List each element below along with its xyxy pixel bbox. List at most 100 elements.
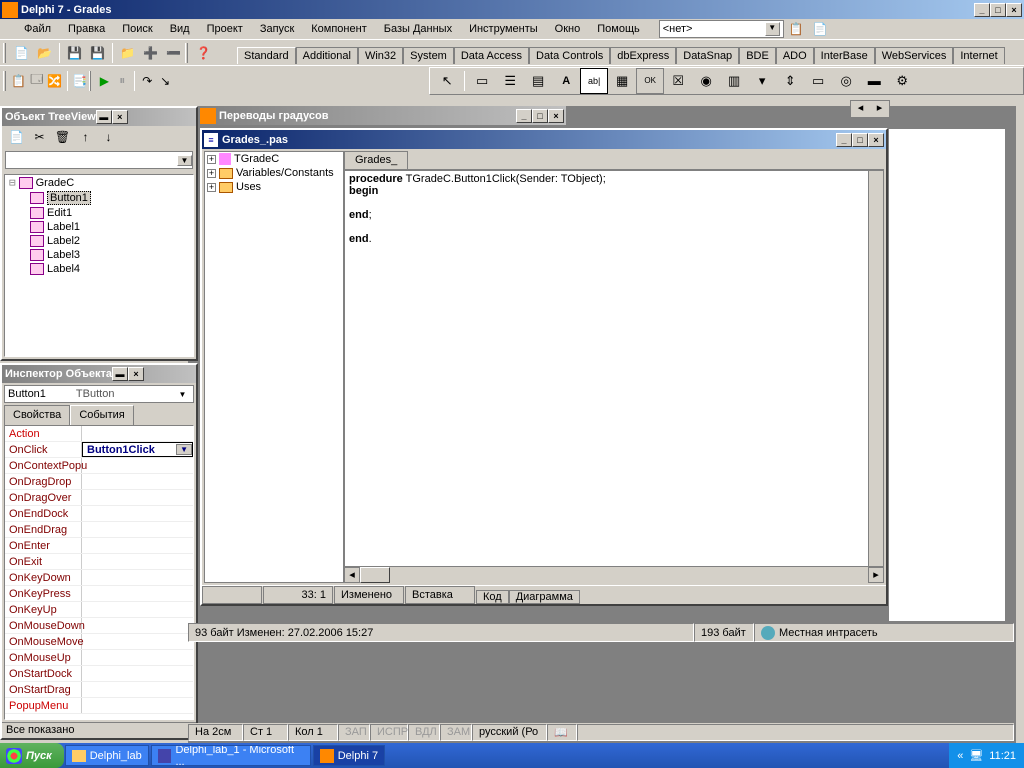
grip[interactable] — [3, 71, 6, 91]
groupbox-component[interactable]: ▭ — [804, 68, 832, 94]
taskbar-item[interactable]: Delphi_lab_1 - Microsoft ... — [151, 745, 311, 766]
event-value[interactable] — [82, 506, 193, 521]
event-row[interactable]: OnKeyDown — [5, 570, 193, 586]
edit-component[interactable]: ab| — [580, 68, 608, 94]
paltab-interbase[interactable]: InterBase — [814, 47, 875, 64]
new-form-button[interactable]: 📑 — [71, 70, 89, 92]
code-file-tab[interactable]: Grades_ — [344, 151, 408, 169]
event-value[interactable] — [82, 698, 193, 713]
event-row[interactable]: OnStartDock — [5, 666, 193, 682]
event-row[interactable]: OnEndDrag — [5, 522, 193, 538]
run-button[interactable]: ▶ — [95, 70, 113, 92]
menu-view[interactable]: Вид — [162, 21, 198, 37]
tree-node[interactable]: Label1 — [5, 220, 193, 234]
tree-body[interactable]: ⊟GradeC Button1 Edit1 Label1 Label2 Labe… — [4, 174, 194, 357]
tab-properties[interactable]: Свойства — [4, 405, 70, 425]
event-row[interactable]: OnKeyPress — [5, 586, 193, 602]
frames-component[interactable]: ▭ — [468, 68, 496, 94]
inspector-object-combo[interactable]: Button1 TButton ▼ — [4, 385, 194, 403]
tool-btn[interactable]: 📄 — [809, 18, 832, 40]
event-value[interactable] — [82, 682, 193, 697]
event-value[interactable] — [82, 458, 193, 473]
menu-help[interactable]: Помощь — [589, 21, 648, 37]
event-value[interactable] — [82, 666, 193, 681]
palette-scroll[interactable]: ◂▸ — [850, 100, 890, 118]
status-icon[interactable]: 📖 — [547, 724, 577, 741]
chevron-down-icon[interactable]: ▼ — [176, 444, 192, 455]
vertical-scrollbar[interactable] — [868, 170, 884, 567]
event-value[interactable] — [82, 554, 193, 569]
combobox-component[interactable]: ▾ — [748, 68, 776, 94]
view-form-button[interactable]: 🗔 — [28, 70, 46, 92]
checkbox-component[interactable]: ☒ — [664, 68, 692, 94]
open-button[interactable]: 📂 — [33, 42, 56, 64]
tree-btn[interactable]: 📄 — [5, 126, 28, 148]
code-tree-node[interactable]: +TGradeC — [205, 152, 343, 166]
event-value[interactable] — [82, 426, 193, 441]
inspector-grid[interactable]: ActionOnClickButton1Click▼OnContextPopuO… — [4, 425, 194, 720]
paltab-ado[interactable]: ADO — [776, 47, 814, 64]
config-combo[interactable]: <нет> ▼ — [659, 20, 784, 38]
event-value[interactable] — [82, 618, 193, 633]
taskbar-item[interactable]: Delphi_lab — [65, 745, 149, 766]
grip[interactable] — [89, 71, 92, 91]
paltab-internet[interactable]: Internet — [953, 47, 1004, 64]
chevron-down-icon[interactable]: ▼ — [177, 155, 192, 166]
tree-btn[interactable]: 🗑 — [51, 126, 74, 148]
remove-button[interactable]: ➖ — [162, 42, 185, 64]
scroll-left-icon[interactable]: ◂ — [344, 567, 360, 583]
toggle-button[interactable]: 🔀 — [46, 70, 64, 92]
close-button[interactable]: × — [548, 109, 564, 123]
tree-node[interactable]: Label2 — [5, 234, 193, 248]
treeview-title[interactable]: Объект TreeView ▬ × — [2, 108, 196, 126]
radiogroup-component[interactable]: ◎ — [832, 68, 860, 94]
event-value[interactable] — [82, 490, 193, 505]
maximize-button[interactable]: □ — [532, 109, 548, 123]
pause-button[interactable]: ⏸ — [113, 70, 131, 92]
button-component[interactable]: OK — [636, 68, 664, 94]
menu-component[interactable]: Компонент — [303, 21, 374, 37]
event-value[interactable] — [82, 474, 193, 489]
open-project-button[interactable]: 📁 — [116, 42, 139, 64]
event-row[interactable]: OnEndDock — [5, 506, 193, 522]
maximize-button[interactable]: □ — [852, 133, 868, 147]
radiobutton-component[interactable]: ◉ — [692, 68, 720, 94]
system-tray[interactable]: « 🖥 11:21 — [949, 743, 1024, 768]
tray-chevron-icon[interactable]: « — [957, 750, 963, 762]
saveall-button[interactable]: 💾 — [86, 42, 109, 64]
help-button[interactable]: ❓ — [192, 42, 215, 64]
event-value[interactable] — [82, 634, 193, 649]
panel-pin-button[interactable]: ▬ — [112, 367, 128, 381]
event-row[interactable]: OnContextPopu — [5, 458, 193, 474]
paltab-datacontrols[interactable]: Data Controls — [529, 47, 610, 64]
menu-edit[interactable]: Правка — [60, 21, 113, 37]
event-row[interactable]: OnDragDrop — [5, 474, 193, 490]
menu-tools[interactable]: Инструменты — [461, 21, 546, 37]
menu-file[interactable]: Файл — [16, 21, 59, 37]
memo-component[interactable]: ▦ — [608, 68, 636, 94]
tree-node[interactable]: Label3 — [5, 248, 193, 262]
scrollbar-component[interactable]: ⇕ — [776, 68, 804, 94]
chevron-down-icon[interactable]: ▼ — [175, 390, 190, 399]
maximize-button[interactable]: □ — [990, 3, 1006, 17]
menu-run[interactable]: Запуск — [252, 21, 302, 37]
panel-close-button[interactable]: × — [128, 367, 144, 381]
minimize-button[interactable]: _ — [516, 109, 532, 123]
panel-component[interactable]: ▬ — [860, 68, 888, 94]
tree-btn[interactable]: ↑ — [74, 126, 97, 148]
close-button[interactable]: × — [1006, 3, 1022, 17]
event-row[interactable]: OnExit — [5, 554, 193, 570]
code-explorer[interactable]: +TGradeC +Variables/Constants +Uses — [204, 151, 344, 583]
mainmenu-component[interactable]: ☰ — [496, 68, 524, 94]
event-row[interactable]: OnStartDrag — [5, 682, 193, 698]
tree-node[interactable]: Edit1 — [5, 206, 193, 220]
tab-events[interactable]: События — [70, 405, 133, 425]
save-button[interactable]: 💾 — [63, 42, 86, 64]
menu-window[interactable]: Окно — [547, 21, 589, 37]
step-into-button[interactable]: ↘ — [156, 70, 174, 92]
event-value[interactable]: Button1Click▼ — [82, 442, 193, 457]
label-component[interactable]: A — [552, 68, 580, 94]
tree-filter-combo[interactable]: ▼ — [5, 151, 193, 169]
tool-btn[interactable]: 📋 — [785, 18, 808, 40]
scroll-thumb[interactable] — [360, 567, 390, 583]
